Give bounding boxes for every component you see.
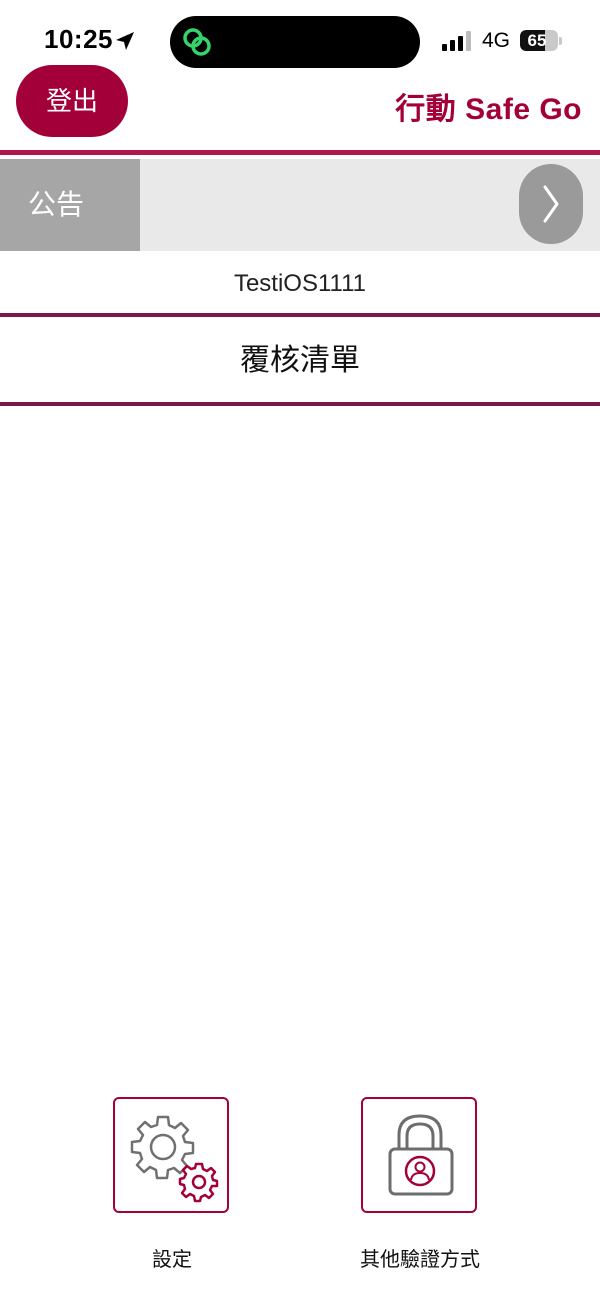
other-verification-button[interactable]	[361, 1097, 477, 1213]
settings-button[interactable]	[113, 1097, 229, 1213]
app-title: 行動 Safe Go	[395, 93, 582, 126]
announcement-next-button[interactable]	[519, 164, 583, 244]
announcement-bar[interactable]: 公告	[0, 159, 600, 251]
dynamic-island	[170, 16, 420, 68]
header-divider	[0, 150, 600, 155]
logout-button[interactable]: 登出	[16, 65, 128, 137]
app-link-icon	[183, 28, 211, 56]
app-screen: 10:25 4G 65 登出 行動 Safe Go 公告 TestiOS1111…	[0, 0, 600, 1299]
lock-user-icon	[388, 1114, 454, 1196]
location-arrow-icon	[116, 32, 134, 50]
signal-icon	[442, 31, 471, 51]
announcement-label: 公告	[0, 159, 140, 251]
battery-level: 65	[527, 31, 547, 50]
chevron-right-icon	[543, 185, 559, 223]
settings-label: 設定	[152, 1249, 192, 1271]
battery-icon: 65	[520, 30, 562, 52]
review-list-button[interactable]: 覆核清單	[0, 317, 600, 403]
section-divider	[0, 402, 600, 406]
gear-icon	[130, 1115, 219, 1203]
user-name: TestiOS1111	[233, 270, 367, 297]
status-time: 10:25	[44, 24, 113, 54]
other-verification-label: 其他驗證方式	[360, 1249, 480, 1271]
network-type: 4G	[482, 29, 511, 52]
